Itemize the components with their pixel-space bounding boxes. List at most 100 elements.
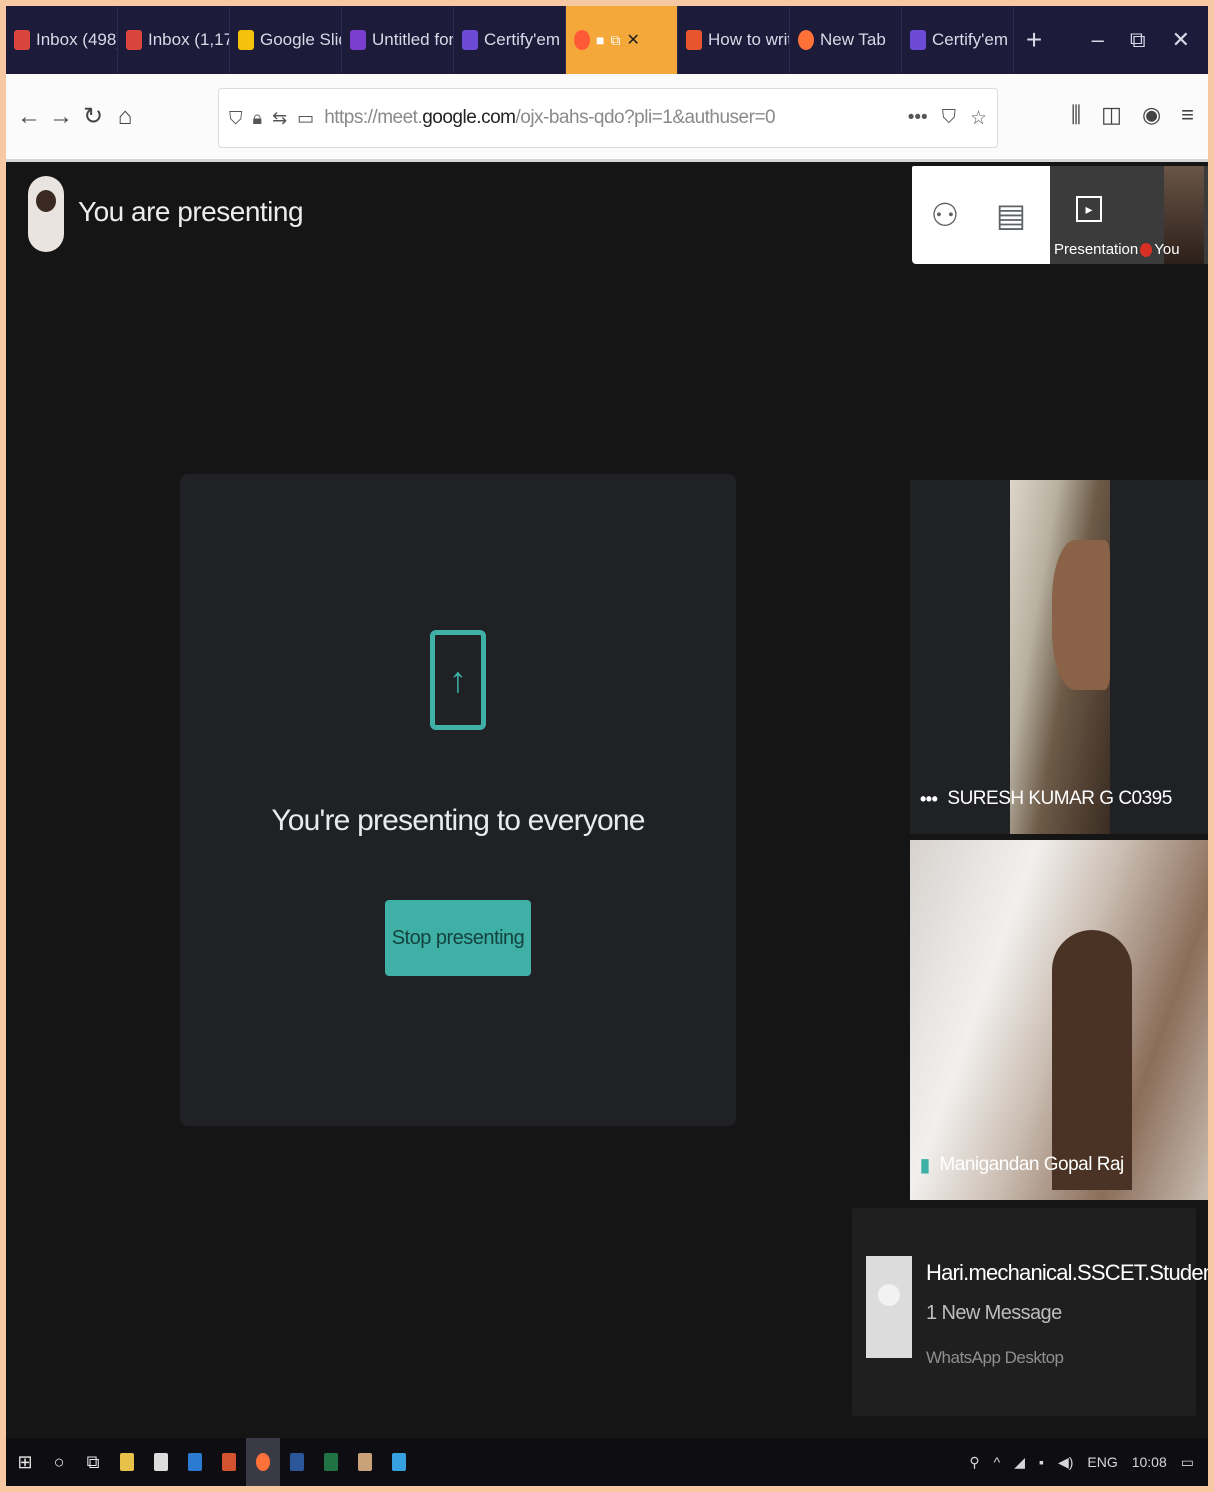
windows-start-icon[interactable]: ⊞ [8,1438,42,1486]
participant-label: ▮ Manigandan Gopal Raj [920,1154,1124,1176]
tab-how-to-write[interactable]: How to write [678,6,790,74]
tab-label: Google Slides [260,30,341,49]
window-controls: – ⧉ ✕ [1092,27,1208,53]
presenting-to-everyone-text: You're presenting to everyone [271,804,645,837]
windows-taskbar: ⊞ ○ ⧉ ⚲ ^ ◢ ▪ ◀) ENG 10:08 ▭ [6,1438,1208,1486]
tab-inbox-2[interactable]: Inbox (1,175) [118,6,230,74]
bookmark-star-icon[interactable]: ☆ [970,107,987,130]
minimize-button[interactable]: – [1092,27,1104,53]
notification-center-icon[interactable]: ▭ [1181,1454,1194,1471]
cortana-search-icon[interactable]: ○ [42,1438,76,1486]
firefox-taskbar-icon[interactable] [246,1438,280,1486]
meet-top-panel: ⚇ ▤ ▸ Presentation You [912,166,1208,264]
toolbar-right: ⫼ ◫ ◉ ≡ [1071,102,1194,128]
presenter-avatar [28,176,64,252]
firefox-icon [798,30,814,50]
library-icon[interactable]: ⫼ [1071,102,1081,128]
app-icon[interactable] [348,1438,382,1486]
certifyem-icon [910,30,926,50]
menu-icon[interactable]: ≡ [1181,102,1194,128]
tab-label: New Tab [820,30,886,49]
tab-label: Certify'em - C [484,30,565,49]
reload-icon[interactable]: ↻ [78,97,108,137]
tab-label: Inbox (498) - [36,30,117,49]
participant-camera [910,840,1208,1200]
participant-name: SURESH KUMAR G C0395 [947,788,1172,809]
file-explorer-icon[interactable] [110,1438,144,1486]
powerpoint-icon[interactable] [212,1438,246,1486]
url-domain: google.com [422,107,516,128]
tab-label: Untitled form [372,30,454,49]
tab-inbox-1[interactable]: Inbox (498) - [6,6,118,74]
pocket-icon[interactable]: ⛉ [942,107,956,130]
stop-presenting-button[interactable]: Stop presenting [385,900,531,976]
system-tray: ⚲ ^ ◢ ▪ ◀) ENG 10:08 ▭ [969,1454,1208,1471]
forward-arrow-icon[interactable]: → [46,97,76,137]
presenting-card: ↑ You're presenting to everyone Stop pre… [180,474,736,1126]
network-icon[interactable]: ◢ [1014,1454,1025,1471]
presentation-icon: ▸ [1076,196,1102,222]
app-tray-icon[interactable]: ▪ [1039,1454,1044,1470]
sharing-indicator-icon: ⧉ [610,31,621,48]
permissions-icon[interactable]: ⇆ [272,108,287,129]
participant-tile[interactable]: ▮ Manigandan Gopal Raj [910,840,1208,1200]
tab-label: Certify'em - C [932,30,1013,49]
tab-untitled-form[interactable]: Untitled form [342,6,454,74]
word-icon[interactable] [280,1438,314,1486]
participant-tile[interactable]: ••• SURESH KUMAR G C0395 [910,480,1208,834]
firefox-icon [574,30,590,50]
language-indicator[interactable]: ENG [1087,1454,1117,1470]
app-icon[interactable] [178,1438,212,1486]
chevron-up-icon[interactable]: ^ [994,1454,1001,1470]
store-icon[interactable] [144,1438,178,1486]
tab-certifyem-1[interactable]: Certify'em - C [454,6,566,74]
task-view-icon[interactable]: ⧉ [76,1438,110,1486]
tab-label: Inbox (1,175) [148,30,229,49]
tracking-shield-icon[interactable]: ⛉ [229,108,243,129]
close-window-button[interactable]: ✕ [1172,27,1190,53]
certifyem-icon [462,30,478,50]
slides-icon [238,30,254,50]
page-actions-icon[interactable]: ••• [908,107,928,130]
new-tab-button[interactable]: + [1014,6,1054,74]
meet-stage: You are presenting ⚇ ▤ ▸ Presentation You… [6,162,1208,1438]
mic-off-icon [1140,243,1153,258]
lock-icon[interactable]: 🔒︎ [253,108,263,129]
people-icon[interactable]: ⚇ [912,166,978,264]
gmail-icon [126,30,142,50]
tab-google-slides[interactable]: Google Slides [230,6,342,74]
you-label: You [1154,241,1180,258]
screen-frame: Inbox (498) - Inbox (1,175) Google Slide… [6,6,1208,1486]
close-tab-icon[interactable]: ✕ [626,30,639,50]
etsy-icon [686,30,702,50]
forms-icon [350,30,366,50]
sidebar-icon[interactable]: ◫ [1101,102,1122,128]
meet-camera-icon: ■ [596,32,605,48]
tab-new-tab[interactable]: New Tab [790,6,902,74]
people-tray-icon[interactable]: ⚲ [969,1454,979,1471]
url-bar[interactable]: ⛉ 🔒︎ ⇆ ▭ https://meet.google.com/ojx-bah… [218,88,998,148]
tab-certifyem-2[interactable]: Certify'em - C [902,6,1014,74]
participant-camera [1010,480,1110,834]
home-icon[interactable]: ⌂ [110,97,140,137]
reader-icon[interactable]: ▭ [297,108,314,129]
clock[interactable]: 10:08 [1132,1454,1167,1470]
app-icon[interactable] [382,1438,416,1486]
restore-button[interactable]: ⧉ [1130,27,1146,53]
url-suffix: /ojx-bahs-qdo?pli=1&authuser=0 [515,107,776,128]
chat-icon[interactable]: ▤ [978,166,1044,264]
contact-avatar [866,1256,912,1358]
more-options-icon[interactable]: ••• [920,789,938,810]
self-video-tile[interactable]: ▸ Presentation You [1050,166,1208,264]
notification-title: Hari.mechanical.SSCET.Students [926,1260,1208,1285]
browser-tab-strip: Inbox (498) - Inbox (1,175) Google Slide… [6,6,1208,74]
volume-icon[interactable]: ◀) [1058,1454,1073,1471]
tab-label: How to write [708,30,789,49]
self-tile-label: Presentation You [1054,241,1180,258]
tab-google-meet-active[interactable]: ■ ⧉ ✕ [566,6,678,74]
presentation-label: Presentation [1054,241,1139,258]
whatsapp-notification[interactable]: Hari.mechanical.SSCET.Students 1 New Mes… [852,1208,1208,1416]
account-icon[interactable]: ◉ [1142,102,1161,128]
excel-icon[interactable] [314,1438,348,1486]
back-arrow-icon[interactable]: ← [14,97,44,137]
